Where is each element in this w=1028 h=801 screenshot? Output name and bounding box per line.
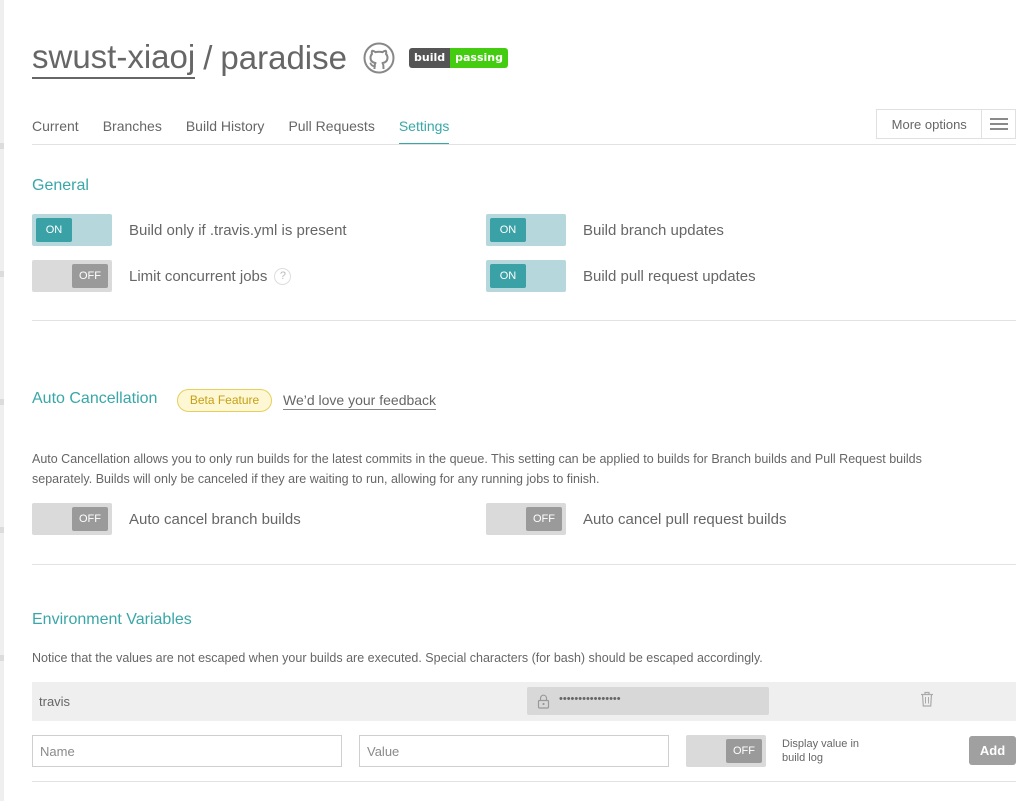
auto-cancellation-description-line-1: Auto Cancellation allows you to only run…: [32, 452, 922, 466]
setting-build-branch-updates: ON Build branch updates: [486, 214, 724, 246]
toggle-knob: ON: [490, 264, 526, 288]
env-var-masked-value: ••••••••••••••••: [559, 693, 621, 705]
beta-feature-badge: Beta Feature: [177, 389, 272, 412]
tab-branches[interactable]: Branches: [103, 118, 162, 145]
github-icon[interactable]: [363, 42, 395, 74]
general-section-title: General: [32, 177, 89, 194]
left-edge-mark: [0, 271, 4, 277]
env-name-input[interactable]: [32, 735, 342, 767]
repo-owner-link[interactable]: swust-xiaoj: [32, 38, 196, 79]
toggle-knob: ON: [36, 218, 72, 242]
feedback-link[interactable]: We’d love your feedback: [283, 391, 437, 410]
setting-build-only-if-travis-yml: ON Build only if .travis.yml is present: [32, 214, 347, 246]
badge-label: build: [408, 48, 451, 68]
repo-header: swust-xiaoj / paradise build passing: [32, 36, 508, 80]
setting-auto-cancel-pull-request-builds: OFF Auto cancel pull request builds: [486, 503, 786, 535]
setting-label: Limit concurrent jobs: [129, 267, 268, 285]
setting-limit-concurrent-jobs: OFF Limit concurrent jobs ?: [32, 260, 292, 292]
more-options-label: More options: [891, 116, 967, 132]
setting-label: Auto cancel pull request builds: [583, 510, 787, 528]
setting-display-value: OFF: [686, 735, 766, 767]
toggle-knob: OFF: [72, 264, 108, 288]
setting-label: Build only if .travis.yml is present: [129, 221, 347, 239]
toggle-switch[interactable]: OFF: [486, 503, 566, 535]
toggle-switch[interactable]: ON: [32, 214, 112, 246]
toggle-switch[interactable]: ON: [486, 260, 566, 292]
toggle-switch[interactable]: OFF: [32, 503, 112, 535]
env-value-input[interactable]: [359, 735, 669, 767]
tab-build-history[interactable]: Build History: [186, 118, 265, 145]
more-options-button[interactable]: More options: [876, 109, 1016, 139]
auto-cancellation-title: Auto Cancellation: [32, 390, 158, 407]
display-value-label: Display value in build log: [782, 738, 860, 764]
setting-build-pull-request-updates: ON Build pull request updates: [486, 260, 756, 292]
auto-cancellation-description-line-2: separately. Builds will only be canceled…: [32, 472, 600, 486]
left-edge-mark: [0, 399, 4, 405]
section-divider: [32, 564, 1016, 565]
tabs-divider: [32, 144, 1016, 145]
hamburger-icon[interactable]: [981, 110, 1015, 138]
tab-settings[interactable]: Settings: [398, 118, 450, 145]
setting-label: Auto cancel branch builds: [129, 510, 301, 528]
toggle-knob: OFF: [726, 739, 762, 763]
left-edge-mark: [0, 527, 4, 533]
section-divider: [32, 781, 1016, 782]
setting-label: Build branch updates: [583, 221, 724, 239]
left-edge-mark: [0, 655, 4, 661]
toggle-knob: OFF: [72, 507, 108, 531]
setting-auto-cancel-branch-builds: OFF Auto cancel branch builds: [32, 503, 301, 535]
repo-separator: /: [203, 39, 213, 76]
section-divider: [32, 320, 1016, 321]
env-var-row: travis ••••••••••••••••: [32, 682, 1016, 721]
repo-tabs: Current Branches Build History Pull Requ…: [32, 118, 473, 145]
env-var-value: ••••••••••••••••: [527, 687, 769, 715]
toggle-switch[interactable]: OFF: [32, 260, 112, 292]
env-vars-notice: Notice that the values are not escaped w…: [32, 651, 763, 665]
toggle-switch[interactable]: OFF: [686, 735, 766, 767]
toggle-knob: OFF: [526, 507, 562, 531]
build-status-badge[interactable]: build passing: [408, 48, 508, 68]
repo-name: paradise: [220, 39, 347, 76]
env-vars-title: Environment Variables: [32, 611, 192, 628]
tab-current[interactable]: Current: [32, 118, 79, 145]
env-var-name: travis: [39, 694, 71, 709]
tab-pull-requests[interactable]: Pull Requests: [288, 118, 374, 145]
toggle-knob: ON: [490, 218, 526, 242]
lock-icon: [537, 694, 550, 709]
setting-label: Build pull request updates: [583, 267, 756, 285]
badge-status: passing: [450, 48, 508, 68]
add-button[interactable]: Add: [969, 736, 1016, 765]
trash-icon[interactable]: [920, 691, 934, 707]
left-edge-mark: [0, 143, 4, 149]
help-icon[interactable]: ?: [274, 267, 292, 285]
toggle-switch[interactable]: ON: [486, 214, 566, 246]
